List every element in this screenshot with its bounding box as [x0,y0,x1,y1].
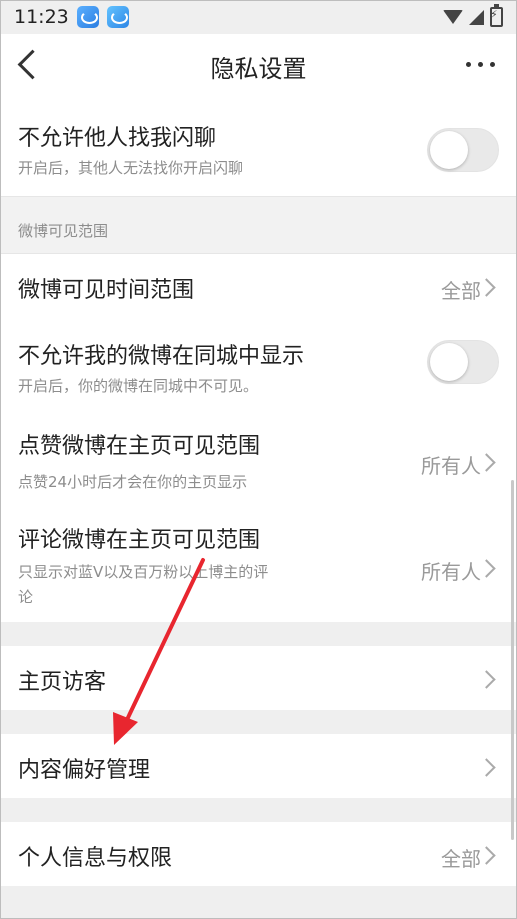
personal-info-label: 个人信息与权限 [18,846,173,871]
flash-chat-setting: 不允许他人找我闪聊 开启后，其他人无法找你开启闪聊 [0,98,517,196]
comments-visibility-row[interactable]: 评论微博在主页可见范围 只显示对蓝V以及百万粉以上博主的评 论 所有人 [0,510,517,622]
status-bar: 11:23 [0,0,517,34]
personal-info-row[interactable]: 个人信息与权限 全部 [0,822,517,886]
weibo-app-icon [76,6,99,28]
weibo-time-range-row[interactable]: 微博可见时间范围 全部 [0,254,517,318]
flash-chat-toggle[interactable] [427,128,499,172]
toggle-knob [430,343,468,381]
homepage-visitors-row[interactable]: 主页访客 [0,646,517,710]
section-header-weibo-visibility: 微博可见范围 [0,196,517,254]
same-city-setting: 不允许我的微博在同城中显示 开启后，你的微博在同城中不可见。 [0,318,517,414]
wifi-icon [443,10,463,24]
same-city-toggle[interactable] [427,340,499,384]
likes-visibility-row[interactable]: 点赞微博在主页可见范围 点赞24小时后才会在你的主页显示 所有人 [0,414,517,510]
homepage-visitors-label: 主页访客 [18,670,107,695]
personal-info-value: 全部 [441,847,481,871]
more-options-icon[interactable] [466,62,495,67]
likes-visibility-value: 所有人 [421,454,481,478]
page-title: 隐私设置 [210,54,307,83]
content-preference-label: 内容偏好管理 [18,758,151,783]
comments-visibility-label: 评论微博在主页可见范围 [18,528,261,553]
section-divider [0,798,517,822]
toggle-knob [430,131,468,169]
content-preference-row[interactable]: 内容偏好管理 [0,734,517,798]
flash-chat-desc: 开启后，其他人无法找你开启闪聊 [18,159,244,177]
section-divider [0,622,517,646]
signal-icon [469,9,484,25]
section-divider [0,710,517,734]
scrollbar[interactable] [511,480,514,840]
weibo-lite-app-icon [106,6,129,28]
same-city-desc: 开启后，你的微博在同城中不可见。 [18,377,259,395]
weibo-time-range-value: 全部 [441,279,481,303]
weibo-time-range-label: 微博可见时间范围 [18,278,195,303]
comments-visibility-value: 所有人 [421,560,481,584]
navigation-bar: 隐私设置 [0,34,517,98]
status-time: 11:23 [14,6,69,28]
comments-desc-line2: 论 [18,588,34,606]
battery-charging-icon [490,4,503,27]
